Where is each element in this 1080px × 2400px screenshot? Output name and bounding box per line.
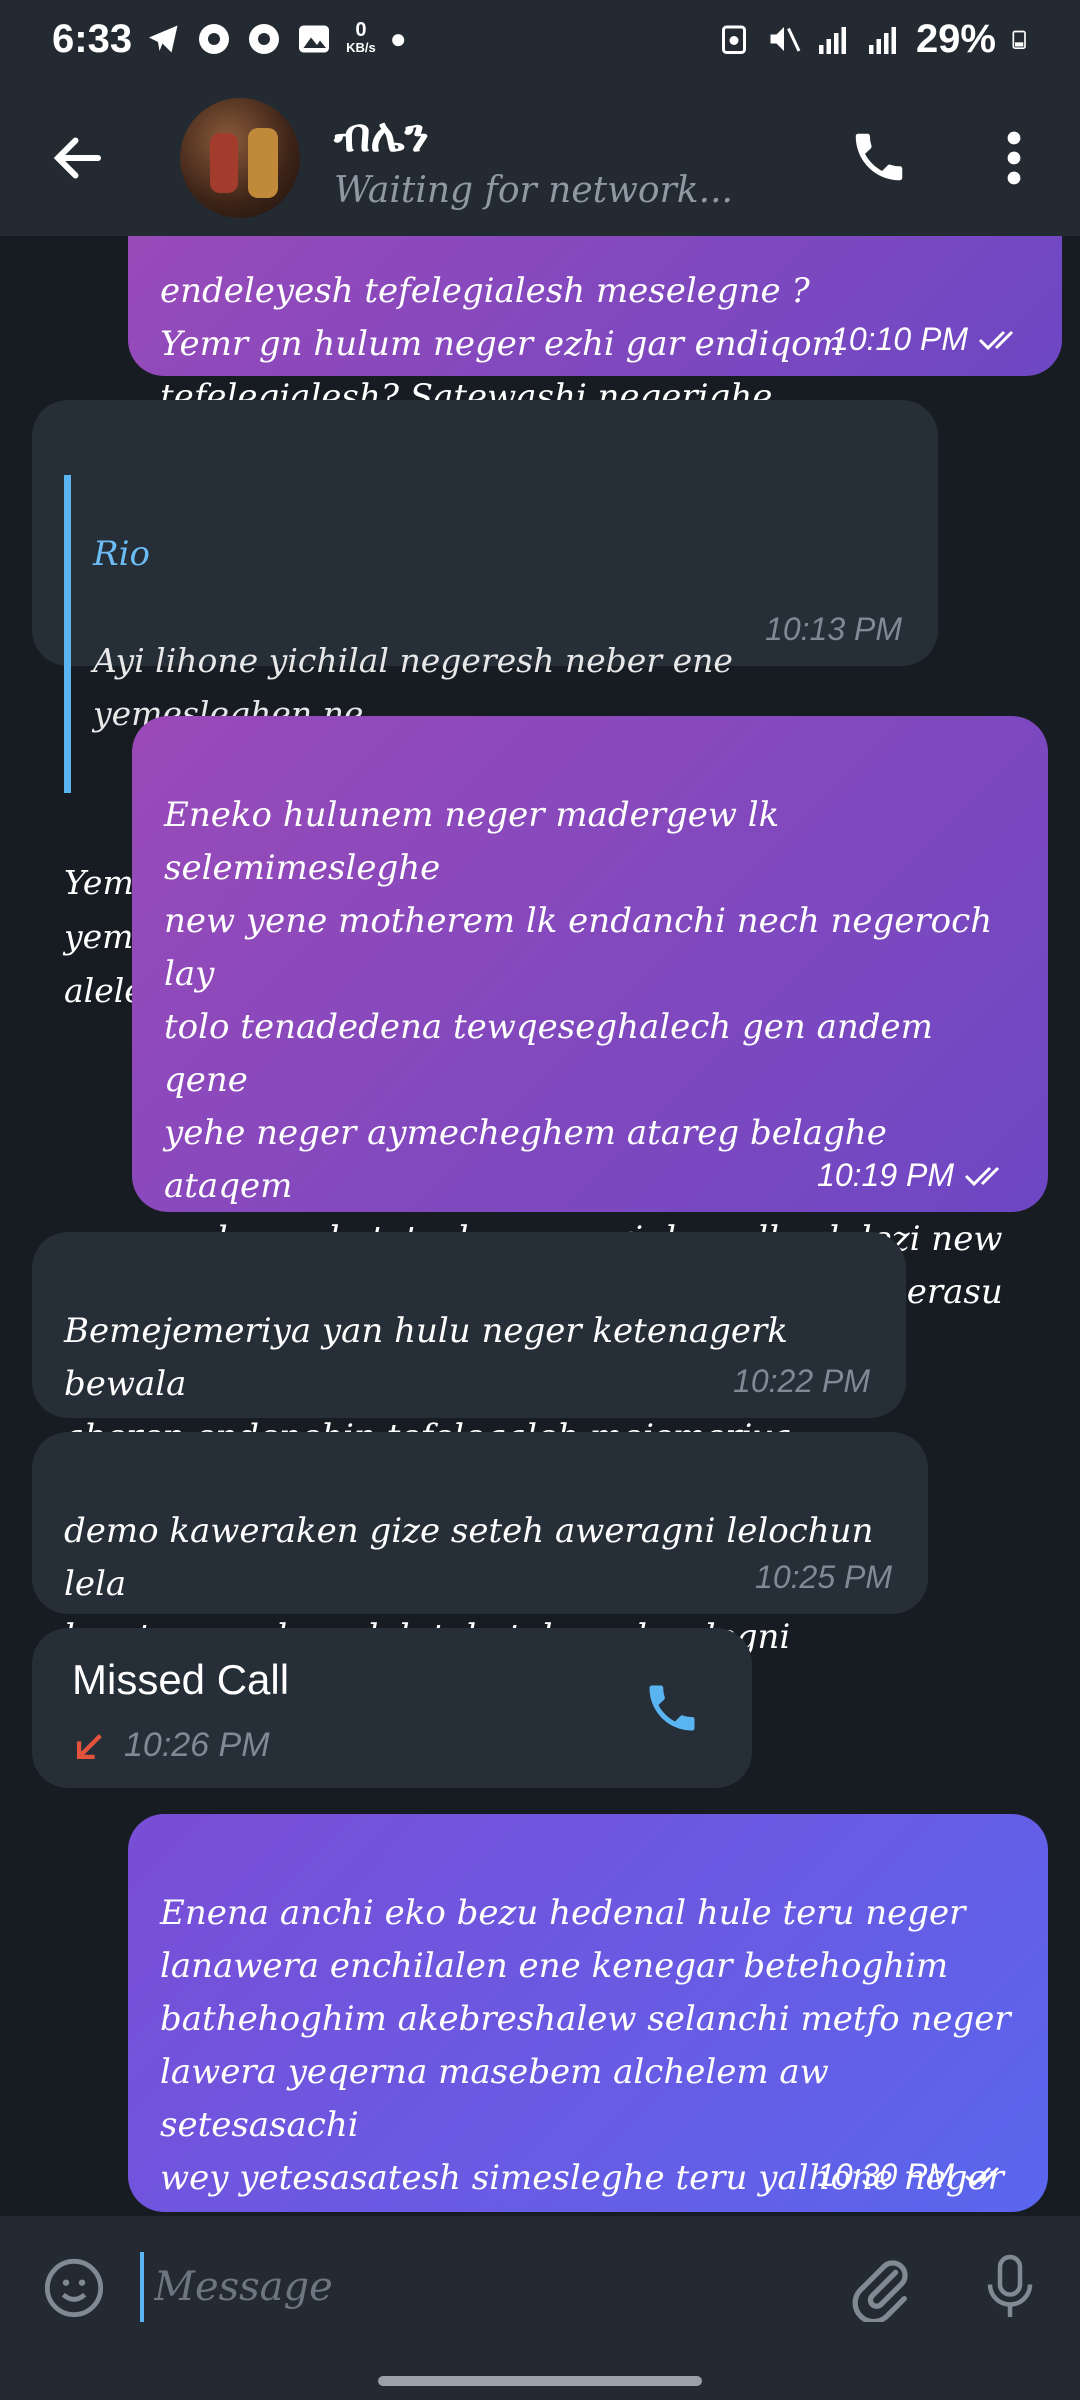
message-incoming[interactable]: Rio Ayi lihone yichilal negeresh neber e… — [32, 400, 938, 1010]
notification-dot: ● — [389, 23, 407, 54]
missed-call-card[interactable]: Missed Call 10:26 PM — [32, 1628, 752, 1788]
more-options-icon[interactable] — [1000, 128, 1028, 188]
message-time: 10:25 PM — [755, 1559, 892, 1595]
message-input[interactable] — [140, 2252, 800, 2322]
phone-call-icon[interactable] — [848, 126, 910, 188]
emoji-icon[interactable] — [42, 2256, 106, 2320]
connection-status: Waiting for network... — [334, 170, 733, 211]
phone-call-icon[interactable] — [642, 1678, 702, 1738]
reply-author: Rio — [93, 534, 150, 574]
chrome-icon — [199, 24, 230, 54]
battery-icon — [1012, 30, 1026, 49]
telegram-icon — [149, 25, 178, 53]
message-incoming[interactable]: demo kaweraken gize seteh aweragni leloc… — [32, 1432, 928, 1763]
message-outgoing[interactable]: Eneko hulunem neger madergew lk selemime… — [132, 716, 1048, 1471]
back-arrow-icon[interactable] — [48, 128, 108, 188]
signal-icon — [868, 27, 896, 54]
message-time: 10:13 PM — [765, 611, 902, 647]
home-gesture-handle[interactable] — [378, 2376, 702, 2386]
network-speed: 0 KB/s — [346, 19, 376, 55]
status-time: 6:33 — [52, 16, 133, 61]
message-text: endeleyesh tefelegialesh meselegne ? Yem… — [160, 271, 844, 417]
navigation-bar — [0, 2360, 1080, 2400]
message-outgoing[interactable]: Enena anchi eko bezu hedenal hule teru n… — [128, 1814, 1048, 2216]
message-composer — [0, 2216, 1080, 2360]
avatar[interactable] — [180, 98, 300, 218]
message-incoming[interactable]: Bemejemeriya yan hulu neger ketenagerk b… — [32, 1232, 906, 1563]
message-list[interactable]: endeleyesh tefelegialesh meselegne ? Yem… — [0, 236, 1080, 2216]
message-time: 10:10 PM — [831, 313, 1026, 366]
missed-call-time: 10:26 PM — [124, 1726, 270, 1764]
contact-name[interactable]: ብሌን — [334, 108, 429, 164]
status-bar: 6:33 0 KB/s ● 29% — [0, 0, 1080, 78]
message-time: 10:22 PM — [733, 1363, 870, 1399]
chat-header: ብሌን Waiting for network... — [0, 78, 1080, 236]
lock-battery-icon — [721, 25, 746, 54]
battery-percent: 29% — [915, 16, 996, 61]
chrome-icon — [249, 24, 280, 54]
message-outgoing[interactable]: endeleyesh tefelegialesh meselegne ? Yem… — [128, 236, 1062, 417]
double-check-icon — [964, 1166, 1000, 1186]
message-time: 10:19 PM — [817, 1149, 1012, 1202]
gallery-icon — [299, 25, 330, 53]
message-time: 10:30 PM — [817, 2149, 1012, 2202]
mute-icon — [770, 27, 801, 52]
missed-call-title: Missed Call — [72, 1656, 290, 1703]
signal-icon — [818, 27, 846, 54]
microphone-icon[interactable] — [980, 2252, 1040, 2322]
missed-call-arrow-icon — [76, 1734, 102, 1760]
double-check-icon — [978, 330, 1014, 350]
double-check-icon — [964, 2166, 1000, 2186]
paperclip-icon[interactable] — [846, 2252, 916, 2322]
